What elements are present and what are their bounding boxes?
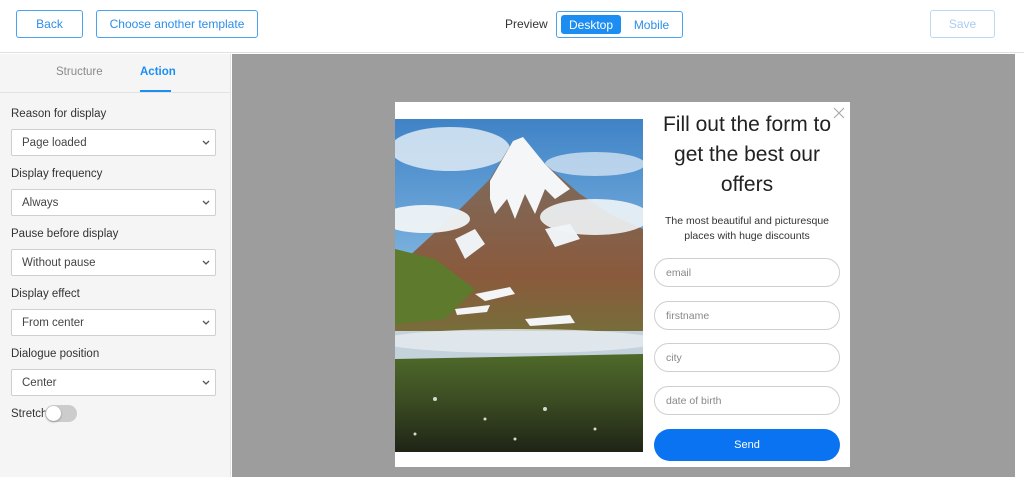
mountain-image [395,119,643,452]
active-tab-indicator [140,90,171,92]
sidebar-tabs: Structure Action [0,54,231,93]
tab-action[interactable]: Action [140,66,176,78]
chevron-down-icon [201,136,211,150]
reason-for-display-select[interactable]: Page loaded [11,129,216,156]
select-value: From center [22,316,84,329]
desktop-toggle-button[interactable]: Desktop [561,15,621,34]
dialogue-position-select[interactable]: Center [11,369,216,396]
preview-label: Preview [505,17,548,31]
pause-before-display-select[interactable]: Without pause [11,249,216,276]
chevron-down-icon [201,316,211,330]
chevron-down-icon [201,256,211,270]
mobile-toggle-button[interactable]: Mobile [623,15,680,34]
select-value: Without pause [22,256,96,269]
display-effect-select[interactable]: From center [11,309,216,336]
display-effect-label: Display effect [11,288,80,300]
send-button[interactable]: Send [654,429,840,461]
tab-structure[interactable]: Structure [56,66,103,78]
top-toolbar: Back Choose another template Preview Des… [0,0,1024,53]
choose-template-button[interactable]: Choose another template [96,10,258,38]
dialogue-position-label: Dialogue position [11,348,100,360]
back-button[interactable]: Back [16,10,83,38]
display-frequency-select[interactable]: Always [11,189,216,216]
firstname-field[interactable]: firstname [654,301,840,330]
reason-for-display-label: Reason for display [11,108,107,120]
chevron-down-icon [201,376,211,390]
stretch-toggle[interactable] [45,405,77,422]
pause-before-display-label: Pause before display [11,228,119,240]
chevron-down-icon [201,196,211,210]
city-field[interactable]: city [654,343,840,372]
select-value: Page loaded [22,136,87,149]
device-toggle: Desktop Mobile [556,11,683,38]
settings-sidebar: Structure Action Reason for display Page… [0,54,231,477]
date-of-birth-field[interactable]: date of birth [654,386,840,415]
popup-preview: Fill out the form to get the best our of… [395,102,850,467]
save-button[interactable]: Save [930,10,995,38]
toggle-knob [46,406,61,421]
email-field[interactable]: email [654,258,840,287]
display-frequency-label: Display frequency [11,168,103,180]
popup-subtitle: The most beautiful and picturesque place… [664,215,830,242]
select-value: Always [22,196,59,209]
popup-title: Fill out the form to get the best our of… [662,113,832,196]
stretch-label: Stretch [11,408,48,420]
scrollbar[interactable] [1015,54,1024,477]
select-value: Center [22,376,57,389]
